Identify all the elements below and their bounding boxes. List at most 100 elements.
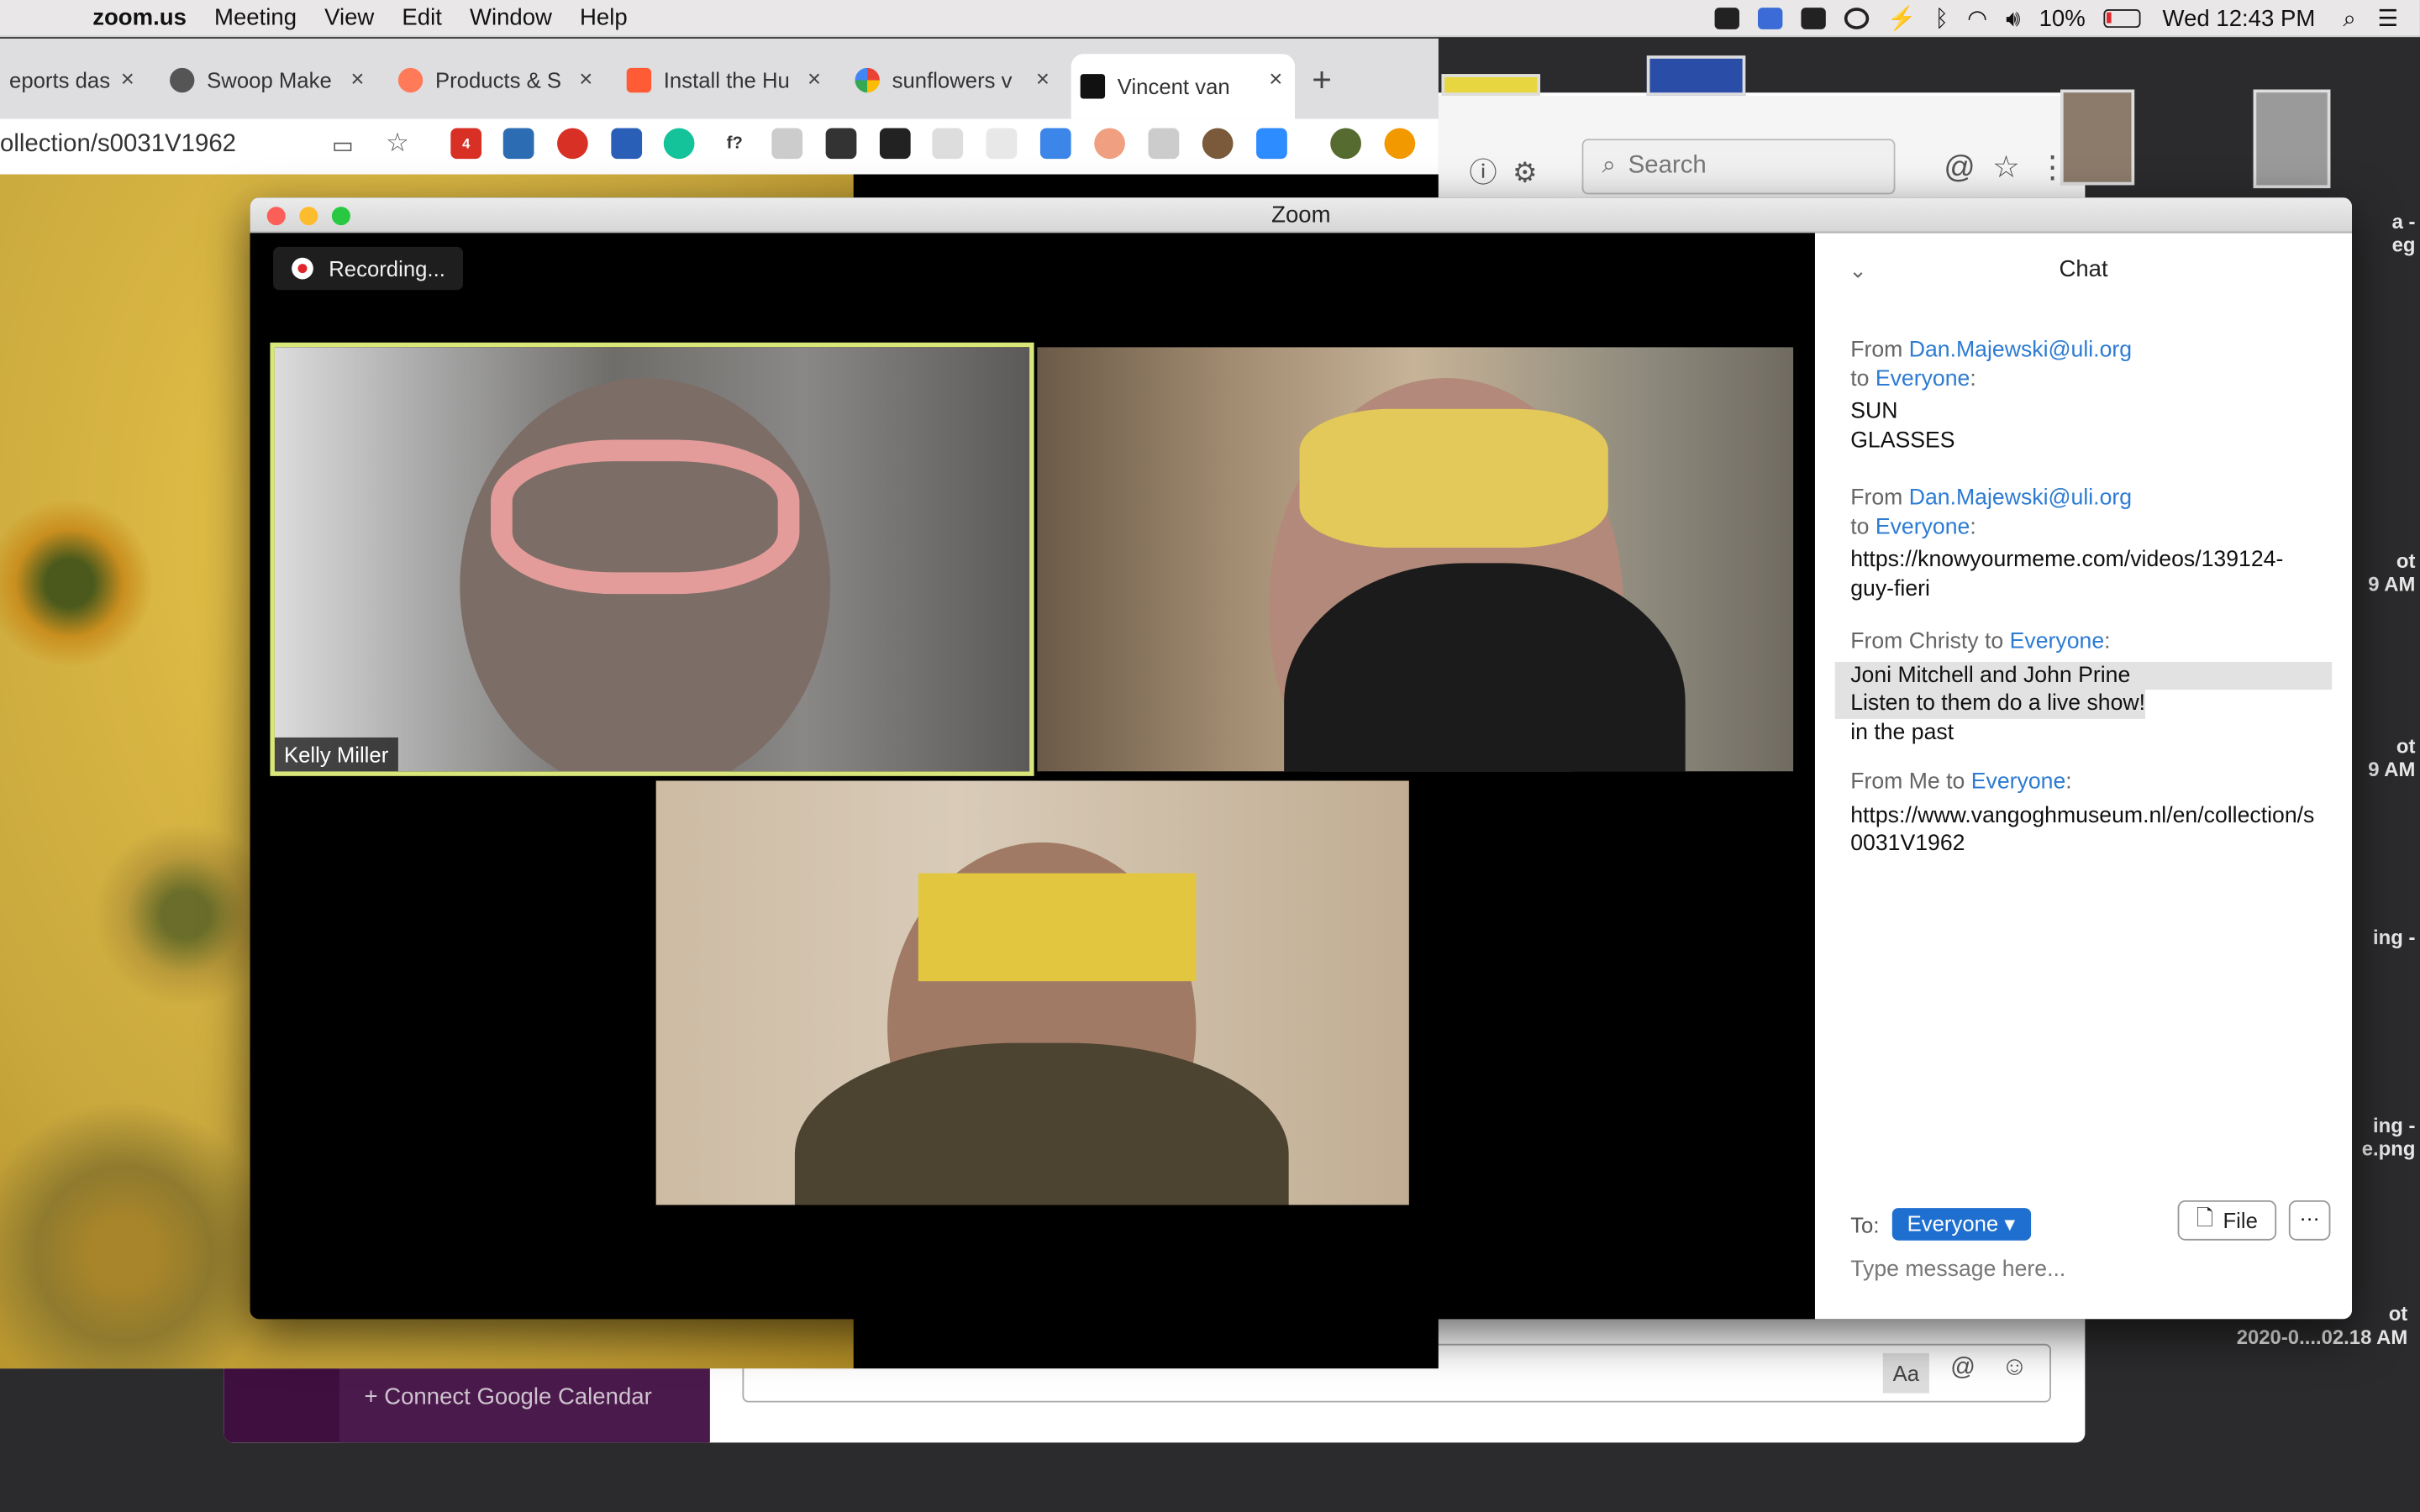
sunflower-shape (0, 498, 155, 669)
desktop-file-label[interactable]: ing - (2354, 926, 2415, 949)
battery-percent[interactable]: 10% (2039, 5, 2086, 31)
desktop-thumbnail[interactable] (1441, 74, 1541, 96)
close-window-icon[interactable] (266, 207, 286, 226)
extension-icon[interactable] (1039, 128, 1071, 160)
tab-title: Install the Hu (663, 67, 790, 93)
chevron-down-icon[interactable]: ⌄ (1849, 233, 1867, 307)
minimize-window-icon[interactable] (299, 207, 318, 226)
recording-dot-icon (292, 257, 313, 280)
wifi-icon[interactable]: ◠ (1967, 5, 1987, 32)
extension-icon[interactable] (1094, 128, 1125, 160)
recipient-dropdown[interactable]: Everyone ▾ (1891, 1208, 2031, 1241)
emoji-icon[interactable]: ☺ (2002, 1352, 2028, 1383)
close-tab-icon[interactable]: × (579, 66, 592, 92)
creative-cloud-icon[interactable] (1844, 8, 1870, 29)
browser-tab[interactable]: Swoop Make × (160, 54, 376, 106)
participant-video-active[interactable]: Kelly Miller (270, 342, 1034, 776)
close-tab-icon[interactable]: × (350, 66, 364, 92)
recording-indicator[interactable]: Recording... (273, 246, 464, 291)
bluetooth-icon[interactable]: ᛒ (1934, 5, 1949, 31)
font-icon[interactable]: f? (718, 128, 750, 160)
extension-icon[interactable]: 4 (450, 128, 482, 160)
profile-avatar[interactable] (1330, 128, 1361, 160)
chat-recipient-row: To: Everyone ▾ (1850, 1208, 2031, 1241)
menu-edit[interactable]: Edit (402, 5, 441, 31)
menu-help[interactable]: Help (580, 5, 628, 31)
mention-icon[interactable]: @ (1950, 1355, 1975, 1383)
desktop-thumbnail[interactable] (2060, 89, 2135, 186)
extension-icon[interactable] (879, 128, 911, 160)
desktop-file-label[interactable]: a - eg (2354, 210, 2416, 256)
message-sender[interactable]: Dan.Majewski@uli.org (1909, 486, 2132, 511)
file-button-label: File (2223, 1208, 2258, 1233)
volume-icon[interactable]: 🔊︎ (2006, 5, 2020, 31)
message-link[interactable]: https://knowyourmeme.com/videos/139124-g… (1850, 546, 2313, 603)
more-options-button[interactable]: ··· (2288, 1200, 2331, 1241)
dropbox-icon[interactable] (1757, 8, 1783, 29)
desktop-file-label[interactable]: ot 9 AM (2354, 549, 2415, 596)
adblock-icon[interactable] (557, 128, 588, 160)
message-link[interactable]: https://www.vangoghmuseum.nl/en/collecti… (1850, 801, 2326, 858)
file-button[interactable]: 🗋︎ File (2177, 1200, 2277, 1241)
extension-icon[interactable] (611, 128, 643, 160)
grammarly-icon[interactable] (663, 128, 695, 160)
desktop-thumbnail[interactable] (1646, 55, 1746, 96)
bolt-icon[interactable]: ⚡ (1887, 5, 1916, 32)
message-sender[interactable]: Dan.Majewski@uli.org (1909, 338, 2132, 362)
spotlight-icon[interactable]: ⌕ (2343, 5, 2355, 31)
participant-video[interactable] (655, 780, 1409, 1205)
desktop-thumbnail[interactable] (2253, 89, 2331, 189)
browser-tab[interactable]: eports das × (0, 54, 146, 106)
message-recipient[interactable]: Everyone (1971, 770, 2066, 795)
extension-icon[interactable] (1148, 128, 1180, 160)
extension-icon[interactable] (502, 128, 534, 160)
background-search-input[interactable]: ⌕ Search (1581, 139, 1896, 195)
info-icon[interactable]: ⓘ ⚙ (1470, 151, 1538, 192)
notification-center-icon[interactable]: ☰ (2378, 5, 2399, 32)
google-icon (855, 67, 880, 93)
new-tab-button[interactable]: + (1312, 60, 1332, 101)
fullscreen-window-icon[interactable] (331, 207, 350, 226)
clock[interactable]: Wed 12:43 PM (2163, 5, 2316, 31)
message-from-prefix: From (1850, 629, 1909, 654)
extension-icon[interactable] (1202, 128, 1234, 160)
zoom-extension-icon[interactable] (1256, 128, 1287, 160)
cast-icon[interactable]: ▭ (332, 131, 354, 159)
update-icon[interactable] (1384, 128, 1416, 160)
menu-view[interactable]: View (324, 5, 374, 31)
browser-tab[interactable]: Products & S × (389, 54, 605, 106)
close-tab-icon[interactable]: × (808, 66, 821, 92)
tab-title: Vincent van (1117, 74, 1230, 99)
bookmark-star-icon[interactable]: ☆ (386, 128, 409, 159)
desktop-file-label[interactable]: ot 9 AM (2354, 734, 2415, 780)
chat-message-input[interactable]: Type message here... (1850, 1257, 2065, 1282)
app-menu-name[interactable]: zoom.us (92, 5, 187, 31)
extension-icon[interactable] (771, 128, 803, 160)
close-tab-icon[interactable]: × (1036, 66, 1050, 92)
mention-star-more-icons[interactable]: @ ☆ ⋮ (1944, 148, 2068, 186)
message-recipient[interactable]: Everyone (2010, 629, 2105, 654)
menu-meeting[interactable]: Meeting (214, 5, 297, 31)
message-body: Joni Mitchell and John Prine Listen to t… (1834, 661, 2333, 747)
menu-window[interactable]: Window (470, 5, 552, 31)
format-button[interactable]: Aa (1882, 1352, 1929, 1394)
message-recipient[interactable]: Everyone (1876, 515, 1970, 539)
extension-icon[interactable] (825, 128, 857, 160)
menu-extra-icon[interactable] (1801, 8, 1826, 29)
close-tab-icon[interactable]: × (1269, 66, 1282, 92)
zoom-status-icon[interactable] (1714, 8, 1739, 29)
address-bar[interactable]: ollection/s0031V1962 (0, 131, 236, 159)
globe-icon (170, 67, 195, 93)
extension-icon[interactable] (986, 128, 1018, 160)
message-recipient[interactable]: Everyone (1876, 366, 1970, 391)
battery-icon[interactable] (2103, 9, 2141, 29)
extension-icon[interactable] (932, 128, 964, 160)
message-line-selected: Joni Mitchell and John Prine (1834, 661, 2333, 690)
participant-video[interactable] (1037, 347, 1794, 772)
browser-tab[interactable]: Install the Hu × (618, 54, 834, 106)
close-tab-icon[interactable]: × (121, 66, 134, 92)
participant-name-label: Kelly Miller (274, 737, 398, 772)
browser-tab-active[interactable]: Vincent van × (1071, 54, 1295, 119)
browser-tab[interactable]: sunflowers v × (846, 54, 1062, 106)
desktop-file-label[interactable]: ing - e.png (2354, 1114, 2416, 1160)
